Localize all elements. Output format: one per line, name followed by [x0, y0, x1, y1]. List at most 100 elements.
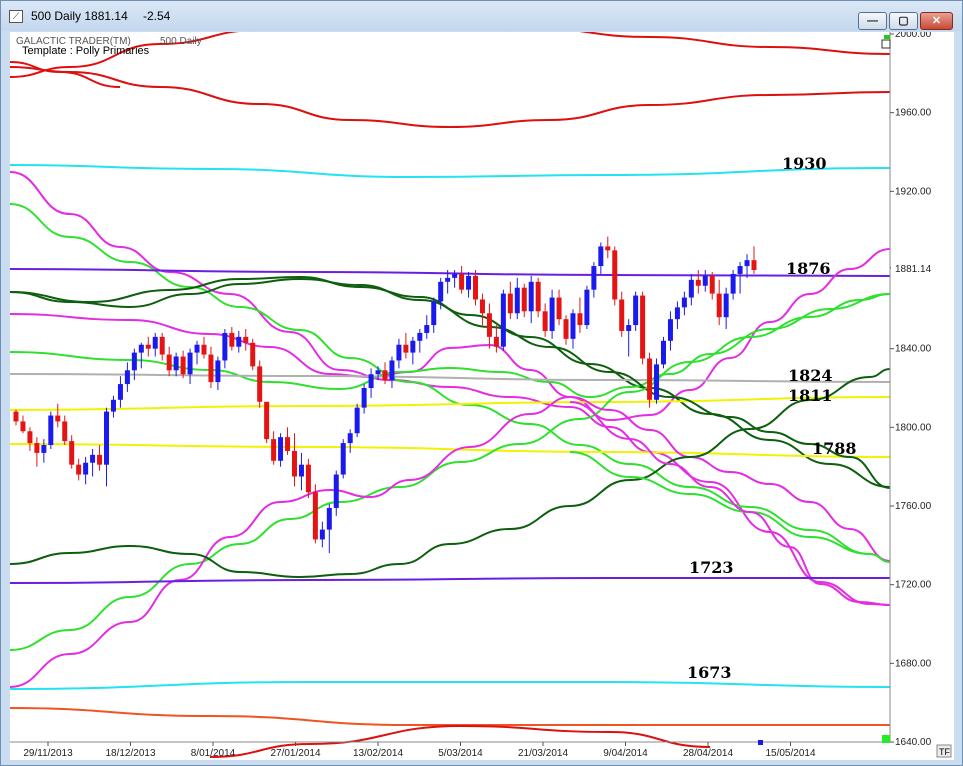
chart-window: ⟋ 500 Daily 1881.14 -2.54 — ▢ ✕ 2000.00 1…: [0, 0, 963, 766]
candle-body: [69, 441, 75, 465]
candle-body: [716, 293, 722, 318]
candle-body: [556, 297, 562, 320]
x-tick-label: 29/11/2013: [23, 748, 73, 759]
candlestick-chart[interactable]: 2000.00 1960.00 1920.00 1881.14 1840.00 1800.…: [9, 24, 954, 760]
y-tick-label: 1920.00: [895, 186, 932, 197]
candle-body: [549, 297, 555, 331]
y-tick-label: 1760.00: [895, 501, 932, 512]
candle-body: [222, 332, 228, 361]
chart-icon[interactable]: ⟋: [9, 10, 23, 23]
level-label: 1824: [788, 366, 833, 385]
minimize-button[interactable]: —: [858, 12, 887, 30]
candle-body: [180, 356, 186, 375]
candle-body: [681, 297, 687, 308]
candle-body: [229, 332, 235, 347]
candle-body: [389, 360, 395, 381]
candle-body: [13, 411, 19, 422]
candle: [584, 285, 590, 329]
x-tick-label: 9/04/2014: [603, 748, 648, 759]
candle-body: [542, 311, 548, 331]
candle-body: [368, 374, 374, 388]
candle-body: [396, 344, 402, 361]
candle-body: [90, 454, 96, 463]
candle: [640, 291, 646, 365]
x-tick-label: 27/01/2014: [270, 748, 320, 759]
live-indicator: [882, 735, 890, 743]
y-tick-label: 1640.00: [895, 737, 932, 748]
candle-body: [173, 356, 179, 371]
chart-area[interactable]: 2000.00 1960.00 1920.00 1881.14 1840.00 1800.…: [9, 24, 954, 760]
candle-body: [521, 287, 527, 312]
candle-body: [264, 401, 270, 440]
price-change: -2.54: [143, 9, 171, 23]
candle-body: [340, 443, 346, 475]
x-tick-label: 13/02/2014: [353, 748, 403, 759]
candle-body: [326, 507, 332, 530]
candle-body: [598, 246, 604, 267]
candle-body: [452, 273, 458, 278]
candle-body: [138, 344, 144, 353]
candle-body: [424, 325, 430, 333]
candle-body: [20, 421, 26, 432]
candle-body: [466, 275, 472, 290]
candle-body: [285, 437, 291, 451]
y-tick-label: 1720.00: [895, 580, 932, 591]
candle-body: [528, 281, 534, 312]
candle-body: [41, 445, 47, 453]
candle-body: [500, 293, 506, 347]
candle-body: [382, 370, 388, 381]
candle-body: [410, 340, 416, 353]
candle-body: [298, 464, 304, 477]
candle-body: [695, 279, 701, 286]
window-title: 500 Daily 1881.14: [31, 9, 128, 23]
candle-body: [27, 431, 33, 444]
date-marker[interactable]: [758, 740, 763, 745]
level-label: 1723: [689, 558, 734, 577]
candle: [250, 338, 256, 371]
candle: [612, 246, 618, 306]
candle-body: [584, 289, 590, 326]
candle-body: [605, 246, 611, 251]
candle-body: [591, 266, 597, 290]
level-label: 1811: [788, 386, 833, 405]
candle-body: [640, 295, 646, 359]
candle-body: [507, 293, 513, 314]
candle-body: [619, 299, 625, 331]
candle-body: [48, 415, 54, 446]
candle-body: [354, 407, 360, 434]
candle-body: [194, 344, 200, 353]
level-label: 1930: [782, 154, 827, 173]
candle-body: [271, 439, 277, 461]
y-tick-label: 1960.00: [895, 108, 932, 119]
candle-body: [633, 295, 639, 326]
candle-body: [97, 454, 103, 465]
candle-body: [34, 443, 40, 453]
candle-body: [124, 370, 130, 385]
candle-body: [243, 336, 249, 343]
candle-body: [375, 370, 381, 375]
candle-body: [62, 421, 68, 442]
candle-body: [647, 358, 653, 400]
candle: [633, 291, 639, 331]
candle-body: [744, 260, 750, 267]
candle-body: [215, 360, 221, 383]
candle: [660, 336, 666, 369]
candle-body: [117, 384, 123, 400]
candle-body: [131, 352, 137, 371]
y-tick-label: 1800.00: [895, 422, 932, 433]
candle-body: [257, 366, 263, 402]
candle-body: [445, 277, 451, 282]
level-label: 1673: [687, 663, 732, 682]
price-badge: 1881.14: [895, 264, 932, 275]
maximize-button[interactable]: ▢: [889, 12, 918, 30]
timeframe-label: TF: [939, 747, 950, 757]
close-button[interactable]: ✕: [920, 12, 953, 30]
candle-body: [563, 319, 569, 339]
x-tick-label: 18/12/2013: [105, 748, 155, 759]
title-bar[interactable]: ⟋ 500 Daily 1881.14 -2.54 — ▢ ✕: [1, 1, 962, 31]
y-tick-label: 1680.00: [895, 658, 932, 669]
settings-toggle[interactable]: [881, 39, 891, 49]
candle-body: [431, 301, 437, 326]
candle-body: [514, 287, 520, 314]
candle-body: [305, 464, 311, 493]
